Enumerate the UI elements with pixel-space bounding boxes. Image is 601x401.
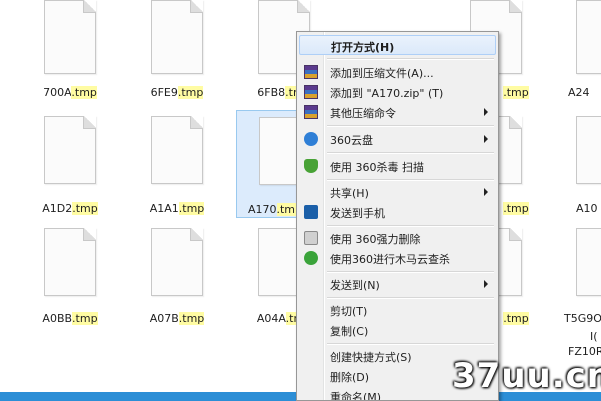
menu-item-label: 使用360进行木马云查杀 [330, 253, 450, 266]
menu-separator [327, 343, 494, 345]
submenu-arrow-icon [484, 135, 488, 143]
file-name: 6FE9.tmp [150, 86, 204, 99]
menu-item-label: 创建快捷方式(S) [330, 351, 412, 364]
file-name: A1D2.tmp [42, 202, 98, 215]
menu-item-force-delete[interactable]: 使用 360强力删除 [299, 228, 496, 248]
file-item[interactable]: A0BB.tmp [22, 222, 118, 328]
menu-item-label: 打开方式(H) [331, 41, 395, 54]
menu-item-send-to[interactable]: 发送到(N) [299, 274, 496, 294]
winrar-icon [304, 85, 318, 99]
file-item[interactable]: T5G9O [556, 222, 601, 328]
menu-item-360-scan[interactable]: 使用 360杀毒 扫描 [299, 156, 496, 176]
menu-item-label: 使用 360强力删除 [330, 233, 421, 246]
file-name: A0BB.tmp [42, 312, 98, 325]
shield-icon [304, 159, 318, 173]
menu-item-label: 添加到压缩文件(A)... [330, 67, 434, 80]
file-name-partial: I( [590, 330, 598, 343]
site-watermark: 37uu.cn [452, 356, 601, 396]
submenu-arrow-icon [484, 108, 488, 116]
file-item[interactable]: A1D2.tmp [22, 110, 118, 216]
file-icon [576, 116, 601, 184]
submenu-arrow-icon [484, 188, 488, 196]
menu-item-label: 360云盘 [330, 134, 373, 147]
menu-item-360-cloud[interactable]: 360云盘 [299, 129, 496, 149]
menu-item-send-to-phone[interactable]: 发送到手机 [299, 202, 496, 222]
file-item[interactable]: A10 [556, 110, 601, 216]
file-icon [576, 228, 601, 296]
file-item[interactable]: 6FE9.tmp [129, 0, 225, 106]
file-name: 700A.tmp [43, 86, 97, 99]
menu-separator [327, 179, 494, 181]
menu-item-label: 复制(C) [330, 325, 369, 338]
menu-item-trojan-scan[interactable]: 使用360进行木马云查杀 [299, 248, 496, 268]
file-name: A24 [568, 86, 590, 99]
menu-item-cut[interactable]: 剪切(T) [299, 300, 496, 320]
menu-separator [327, 58, 494, 60]
file-icon [151, 228, 203, 296]
winrar-icon [304, 105, 318, 119]
file-name: T5G9O [564, 312, 601, 325]
menu-item-label: 删除(D) [330, 371, 370, 384]
menu-separator [327, 125, 494, 127]
file-icon [151, 116, 203, 184]
menu-item-other-compress[interactable]: 其他压缩命令 [299, 102, 496, 122]
file-icon [576, 0, 601, 74]
file-item[interactable]: A24 [556, 0, 601, 106]
winrar-icon [304, 65, 318, 79]
menu-separator [327, 225, 494, 227]
menu-item-label: 发送到(N) [330, 279, 380, 292]
menu-item-add-to-zip[interactable]: 添加到 "A170.zip" (T) [299, 82, 496, 102]
menu-item-add-to-archive[interactable]: 添加到压缩文件(A)... [299, 62, 496, 82]
file-name: A1A1.tmp [149, 202, 205, 215]
file-item[interactable]: 700A.tmp [22, 0, 118, 106]
file-item[interactable]: A1A1.tmp [129, 110, 225, 216]
menu-separator [327, 152, 494, 154]
file-name: A07B.tmp [149, 312, 205, 325]
submenu-arrow-icon [484, 280, 488, 288]
menu-item-label: 重命名(M) [330, 391, 382, 401]
file-icon [44, 228, 96, 296]
menu-item-open-with[interactable]: 打开方式(H) [299, 35, 496, 55]
menu-separator [327, 297, 494, 299]
cloud-icon [304, 132, 318, 146]
menu-item-label: 剪切(T) [330, 305, 368, 318]
context-menu: 打开方式(H) 添加到压缩文件(A)... 添加到 "A170.zip" (T)… [296, 31, 499, 401]
menu-item-share[interactable]: 共享(H) [299, 182, 496, 202]
menu-item-copy[interactable]: 复制(C) [299, 320, 496, 340]
trojan-scan-icon [304, 251, 318, 265]
file-icon [44, 116, 96, 184]
menu-item-label: 添加到 "A170.zip" (T) [330, 87, 444, 100]
menu-item-label: 其他压缩命令 [330, 107, 396, 120]
menu-item-label: 使用 360杀毒 扫描 [330, 161, 424, 174]
menu-item-label: 发送到手机 [330, 207, 385, 220]
file-item[interactable]: A07B.tmp [129, 222, 225, 328]
file-icon [44, 0, 96, 74]
file-icon [151, 0, 203, 74]
menu-item-label: 共享(H) [330, 187, 369, 200]
menu-separator [327, 271, 494, 273]
file-name: A10 [576, 202, 598, 215]
phone-icon [304, 205, 318, 219]
shredder-icon [304, 231, 318, 245]
